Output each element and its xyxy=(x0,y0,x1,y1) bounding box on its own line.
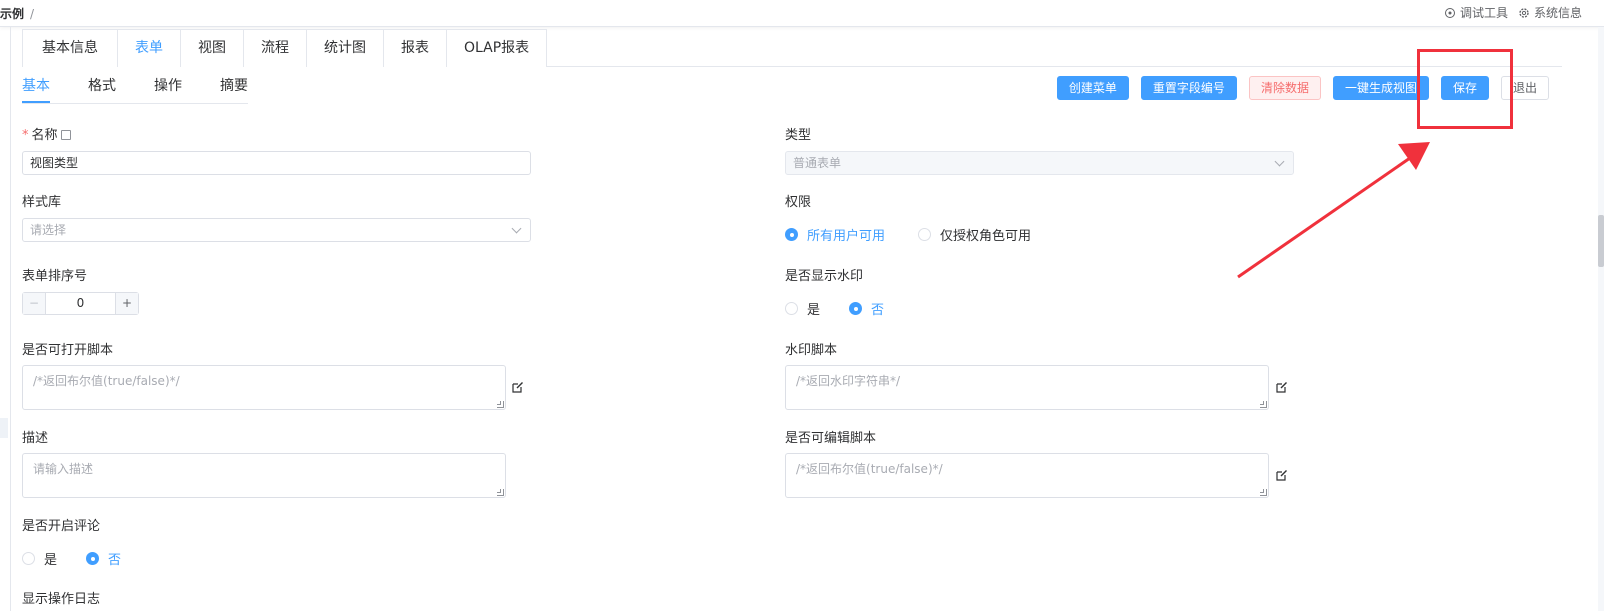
name-label: * 名称 xyxy=(22,124,71,143)
permission-all-users-radio[interactable]: 所有用户可用 xyxy=(785,225,885,244)
name-input[interactable]: 视图类型 xyxy=(22,151,531,175)
edit-script-textarea[interactable]: /*返回布尔值(true/false)*/ xyxy=(785,453,1269,498)
radio-dot xyxy=(22,552,35,565)
increment-button[interactable]: + xyxy=(115,293,138,314)
tab-olap-report[interactable]: OLAP报表 xyxy=(447,29,548,67)
permission-authorized-roles-label: 仅授权角色可用 xyxy=(940,229,1032,244)
tab-flow[interactable]: 流程 xyxy=(244,29,307,67)
breadcrumb: 示例 / xyxy=(0,5,34,22)
top-bar: 示例 / 调试工具 系统信息 xyxy=(0,0,1604,27)
chevron-down-icon xyxy=(511,223,522,234)
copy-icon[interactable] xyxy=(60,130,71,140)
sort-number-stepper: − 0 + xyxy=(22,292,139,315)
required-mark: * xyxy=(22,128,29,143)
system-info-link[interactable]: 系统信息 xyxy=(1518,4,1582,21)
edit-icon[interactable] xyxy=(1276,381,1288,393)
debug-tools-link[interactable]: 调试工具 xyxy=(1444,4,1508,21)
watermark-script-label: 水印脚本 xyxy=(785,343,838,358)
comment-no-label: 否 xyxy=(108,553,122,568)
comment-no-radio[interactable]: 否 xyxy=(86,549,121,568)
subtab-basic[interactable]: 基本 xyxy=(22,72,50,103)
comment-yes-label: 是 xyxy=(44,553,58,568)
tab-form[interactable]: 表单 xyxy=(118,29,181,67)
tab-report[interactable]: 报表 xyxy=(384,29,447,67)
scrollbar-track[interactable] xyxy=(1598,27,1604,611)
comment-yes-radio[interactable]: 是 xyxy=(22,549,57,568)
gear-icon xyxy=(1519,7,1529,18)
tab-basic-info[interactable]: 基本信息 xyxy=(22,29,118,67)
open-script-label: 是否可打开脚本 xyxy=(22,343,114,358)
name-label-text: 名称 xyxy=(31,128,58,143)
edit-script-label: 是否可编辑脚本 xyxy=(785,431,877,446)
resize-handle[interactable] xyxy=(497,401,504,408)
description-placeholder: 请输入描述 xyxy=(33,462,94,476)
edit-icon[interactable] xyxy=(1276,469,1288,481)
style-library-placeholder: 请选择 xyxy=(30,223,67,237)
radio-dot xyxy=(785,228,798,241)
watermark-yes-label: 是 xyxy=(807,303,821,318)
breadcrumb-separator: / xyxy=(30,7,35,21)
watermark-script-textarea[interactable]: /*返回水印字符串*/ xyxy=(785,365,1269,410)
watermark-script-placeholder: /*返回水印字符串*/ xyxy=(796,374,901,388)
description-textarea[interactable]: 请输入描述 xyxy=(22,453,506,498)
annotation-highlight-box xyxy=(1417,49,1513,129)
main-tabs: 基本信息 表单 视图 流程 统计图 报表 OLAP报表 xyxy=(22,29,1562,67)
tab-view[interactable]: 视图 xyxy=(181,29,244,67)
bug-icon xyxy=(1444,7,1455,18)
tab-chart[interactable]: 统计图 xyxy=(307,29,384,67)
reset-field-number-button[interactable]: 重置字段编号 xyxy=(1140,76,1237,100)
type-select[interactable]: 普通表单 xyxy=(785,151,1294,175)
annotation-arrow-icon xyxy=(1237,142,1430,279)
description-label: 描述 xyxy=(22,431,49,446)
top-actions: 调试工具 系统信息 xyxy=(1444,4,1582,21)
watermark-no-label: 否 xyxy=(871,303,885,318)
operation-log-label: 显示操作日志 xyxy=(22,592,101,607)
create-menu-button[interactable]: 创建菜单 xyxy=(1056,76,1129,100)
clear-data-button[interactable]: 清除数据 xyxy=(1248,76,1321,100)
watermark-label: 是否显示水印 xyxy=(785,269,864,284)
permission-authorized-roles-radio[interactable]: 仅授权角色可用 xyxy=(918,225,1031,244)
left-panel-marker xyxy=(0,418,8,438)
breadcrumb-current: 示例 xyxy=(0,7,25,21)
permission-label: 权限 xyxy=(785,195,812,210)
system-info-label: 系统信息 xyxy=(1533,6,1582,20)
permission-all-users-label: 所有用户可用 xyxy=(807,229,886,244)
radio-dot xyxy=(785,302,798,315)
subtab-format[interactable]: 格式 xyxy=(88,72,116,103)
edit-icon[interactable] xyxy=(512,381,524,393)
debug-tools-label: 调试工具 xyxy=(1459,6,1508,20)
edit-script-placeholder: /*返回布尔值(true/false)*/ xyxy=(796,462,943,476)
subtab-operation[interactable]: 操作 xyxy=(154,72,182,103)
sub-tabs: 基本 格式 操作 摘要 xyxy=(22,72,248,104)
radio-dot xyxy=(849,302,862,315)
resize-handle[interactable] xyxy=(1260,401,1267,408)
radio-dot xyxy=(918,228,931,241)
decrement-button[interactable]: − xyxy=(23,293,46,314)
type-select-value: 普通表单 xyxy=(793,156,842,170)
sort-number-label: 表单排序号 xyxy=(22,269,88,284)
radio-dot xyxy=(86,552,99,565)
resize-handle[interactable] xyxy=(1260,489,1267,496)
open-script-textarea[interactable]: /*返回布尔值(true/false)*/ xyxy=(22,365,506,410)
left-divider xyxy=(10,27,11,611)
watermark-no-radio[interactable]: 否 xyxy=(849,299,884,318)
style-library-select[interactable]: 请选择 xyxy=(22,218,531,242)
comment-label: 是否开启评论 xyxy=(22,519,101,534)
open-script-placeholder: /*返回布尔值(true/false)*/ xyxy=(33,374,180,388)
generate-view-button[interactable]: 一键生成视图 xyxy=(1332,76,1429,100)
style-library-label: 样式库 xyxy=(22,195,62,210)
type-label: 类型 xyxy=(785,128,812,143)
watermark-yes-radio[interactable]: 是 xyxy=(785,299,820,318)
subtab-summary[interactable]: 摘要 xyxy=(220,72,248,103)
sort-number-value[interactable]: 0 xyxy=(46,293,115,314)
scrollbar-thumb[interactable] xyxy=(1598,215,1604,267)
resize-handle[interactable] xyxy=(497,489,504,496)
